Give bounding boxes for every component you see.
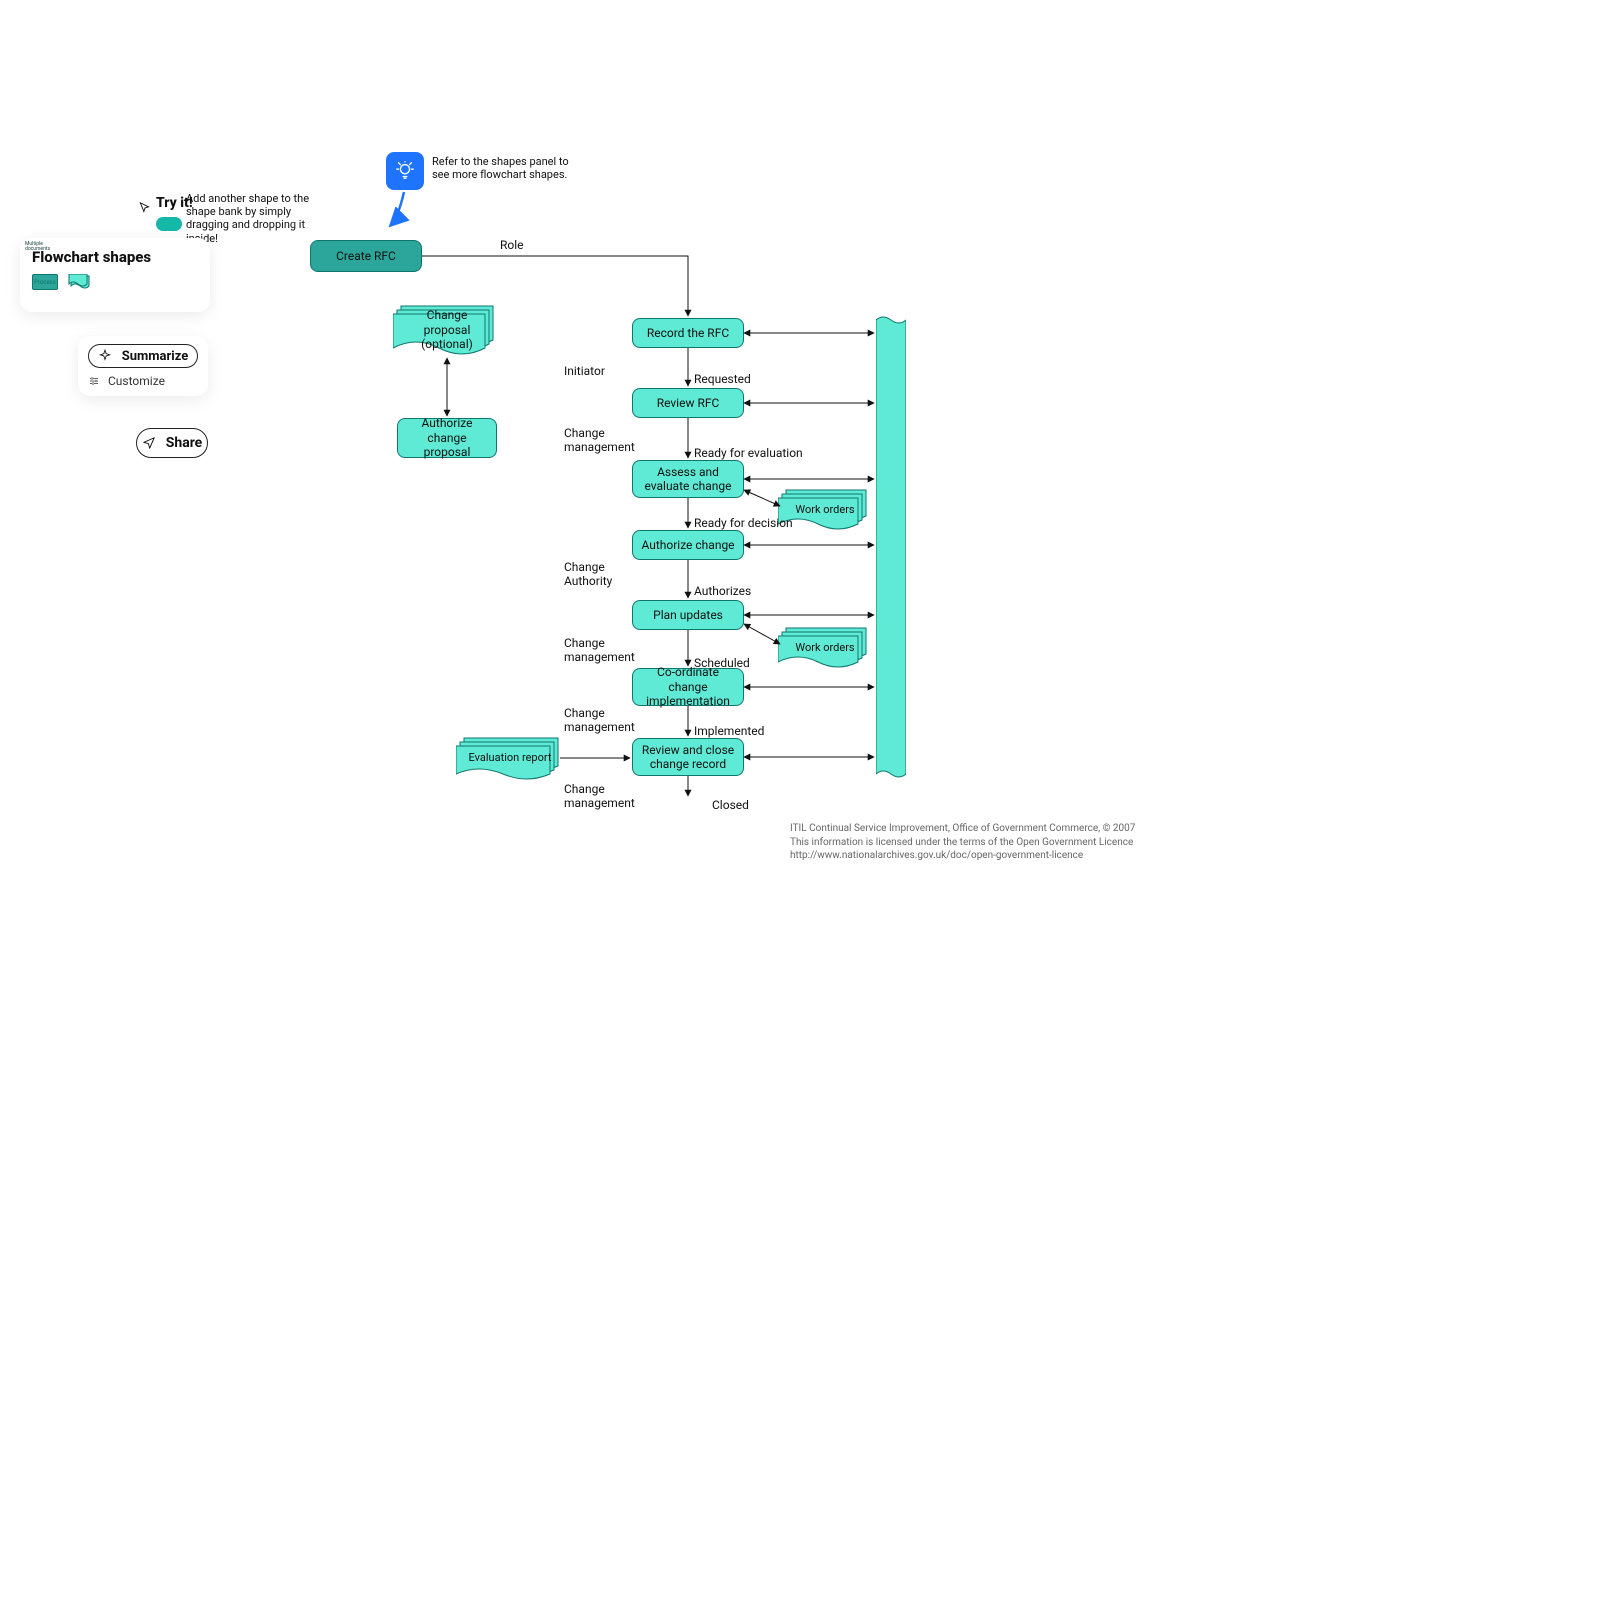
label-cm1: Change management [564, 426, 644, 455]
swatch-multidoc[interactable]: Multiple documents [68, 274, 94, 292]
node-review-rfc[interactable]: Review RFC [632, 388, 744, 418]
customize-button[interactable]: Customize [88, 374, 198, 388]
lightbulb-icon [394, 160, 416, 182]
cursor-icon [138, 201, 152, 215]
node-work-orders-2[interactable]: Work orders [782, 630, 868, 666]
node-coord-impl[interactable]: Co-ordinate change implementation [632, 668, 744, 706]
node-record-rfc[interactable]: Record the RFC [632, 318, 744, 348]
swatch-process[interactable]: Process [32, 274, 58, 290]
summarize-button[interactable]: Summarize [88, 344, 198, 368]
node-cms-bar[interactable]: Update change and configuration informat… [876, 314, 906, 780]
label-authorizes: Authorizes [694, 584, 751, 598]
tryit-pill-shape[interactable] [156, 217, 182, 231]
node-change-proposal[interactable]: Change proposal (optional) [397, 306, 497, 354]
label-ready-dec: Ready for decision [694, 516, 793, 530]
shapes-panel-title: Flowchart shapes [32, 248, 198, 266]
node-authorize-change[interactable]: Authorize change [632, 530, 744, 560]
paper-plane-icon [142, 436, 156, 450]
node-create-rfc[interactable]: Create RFC [310, 240, 422, 272]
label-scheduled: Scheduled [694, 656, 750, 670]
label-ca: Change Authority [564, 560, 634, 589]
label-cm3: Change management [564, 706, 644, 735]
share-button[interactable]: Share [136, 428, 208, 458]
ai-actions-card: Summarize Customize [78, 336, 208, 396]
node-authorize-change-proposal[interactable]: Authorize change proposal [397, 418, 497, 458]
label-role: Role [500, 238, 524, 252]
tip-text: Refer to the shapes panel to see more fl… [432, 155, 572, 181]
label-implemented: Implemented [694, 724, 764, 738]
tip-icon [386, 152, 424, 190]
label-requested: Requested [694, 372, 751, 386]
node-review-close[interactable]: Review and close change record [632, 738, 744, 776]
label-initiator: Initiator [564, 364, 605, 378]
label-closed: Closed [712, 798, 749, 812]
node-assess-eval[interactable]: Assess and evaluate change [632, 460, 744, 498]
diagram-canvas[interactable]: Try it! Add another shape to the shape b… [0, 0, 1600, 1600]
shapes-panel[interactable]: Flowchart shapes Process Multiple docume… [20, 238, 210, 312]
label-cm2: Change management [564, 636, 644, 665]
label-ready-eval: Ready for evaluation [694, 446, 803, 460]
label-cm4: Change management [564, 782, 644, 811]
node-plan-updates[interactable]: Plan updates [632, 600, 744, 630]
node-work-orders-1[interactable]: Work orders [782, 492, 868, 528]
tryit-body: Add another shape to the shape bank by s… [186, 192, 311, 245]
node-evaluation-report[interactable]: Evaluation report [460, 740, 560, 776]
sparkle-icon [98, 349, 112, 363]
sliders-icon [88, 375, 100, 387]
footer-text: ITIL Continual Service Improvement, Offi… [790, 822, 1210, 863]
